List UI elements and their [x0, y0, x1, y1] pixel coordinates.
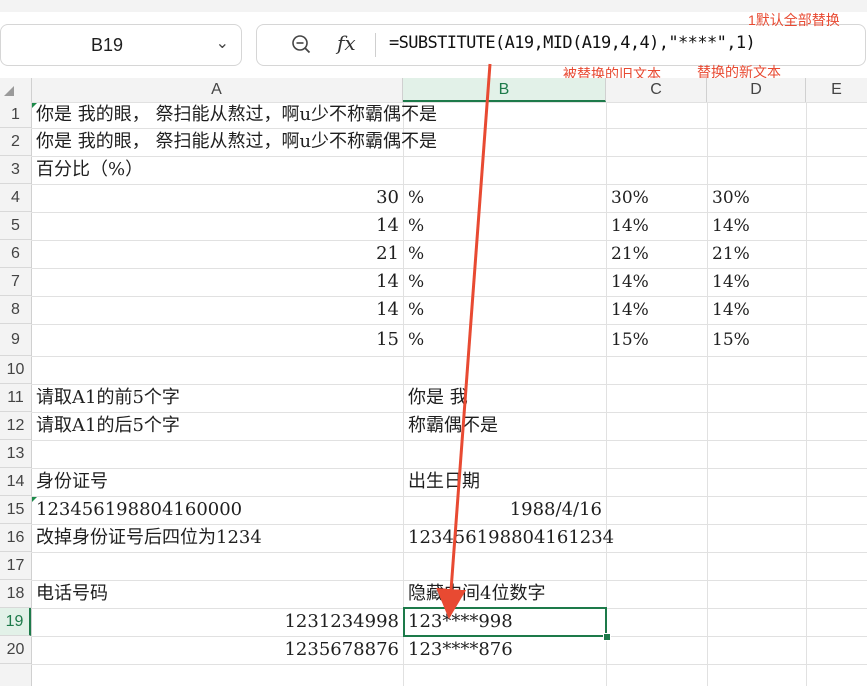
- cell-a2[interactable]: 你是 我的眼， 祭扫能从熬过，啊u少不称霸偶不是: [36, 128, 437, 156]
- annotation-default-replace-all: 1默认全部替换: [748, 12, 840, 28]
- name-box[interactable]: B19 ⌄: [0, 24, 242, 66]
- formula-text[interactable]: =SUBSTITUTE(A19,MID(A19,4,4),"****",1): [389, 33, 756, 53]
- cell-b6[interactable]: %: [408, 240, 424, 268]
- row-header-4[interactable]: 4: [0, 184, 31, 212]
- column-header-e[interactable]: E: [806, 78, 867, 102]
- zoom-out-icon[interactable]: [291, 34, 311, 54]
- cell-a12[interactable]: 请取A1的后5个字: [36, 412, 180, 440]
- grid-row-line: [31, 664, 867, 665]
- column-header-d[interactable]: D: [707, 78, 806, 102]
- row-header-15[interactable]: 15: [0, 496, 31, 524]
- cell-b18[interactable]: 隐藏中间4位数字: [408, 580, 545, 608]
- grid-column-line: [403, 102, 404, 686]
- cell-d4[interactable]: 30%: [712, 184, 750, 212]
- row-header-18[interactable]: 18: [0, 580, 31, 608]
- row-header-9[interactable]: 9: [0, 324, 31, 356]
- name-box-value: B19: [91, 35, 124, 55]
- function-icon[interactable]: fx: [337, 31, 356, 55]
- cell-a20[interactable]: 1235678876: [31, 636, 399, 664]
- row-header-7[interactable]: 7: [0, 268, 31, 296]
- cell-c6[interactable]: 21%: [611, 240, 649, 268]
- cell-b14[interactable]: 出生日期: [408, 468, 480, 496]
- cell-b16[interactable]: 123456198804161234: [408, 524, 614, 552]
- cell-indicator-icon: [32, 497, 37, 502]
- row-header-8[interactable]: 8: [0, 296, 31, 324]
- cell-a1[interactable]: 你是 我的眼， 祭扫能从熬过，啊u少不称霸偶不是: [36, 102, 437, 128]
- cell-b20[interactable]: 123****876: [408, 636, 513, 664]
- fill-handle[interactable]: [603, 633, 611, 641]
- formula-bar[interactable]: fx =SUBSTITUTE(A19,MID(A19,4,4),"****",1…: [256, 24, 866, 66]
- grid-column-line: [806, 102, 807, 686]
- cell-a16[interactable]: 改掉身份证号后四位为1234: [36, 524, 262, 552]
- cell-d6[interactable]: 21%: [712, 240, 750, 268]
- row-header-3[interactable]: 3: [0, 156, 31, 184]
- formula-separator: [375, 33, 376, 57]
- row-header-17[interactable]: 17: [0, 552, 31, 580]
- row-header-12[interactable]: 12: [0, 412, 31, 440]
- row-header-20[interactable]: 20: [0, 636, 31, 664]
- cell-a8[interactable]: 14: [31, 296, 399, 324]
- row-header-10[interactable]: 10: [0, 356, 31, 384]
- cell-b15[interactable]: 1988/4/16: [403, 496, 602, 524]
- chevron-down-icon[interactable]: ⌄: [216, 33, 229, 53]
- cell-a15[interactable]: 123456198804160000: [36, 496, 242, 524]
- cell-b11[interactable]: 你是 我: [408, 384, 468, 412]
- cell-a18[interactable]: 电话号码: [36, 580, 108, 608]
- row-header-16[interactable]: 16: [0, 524, 31, 552]
- cell-d7[interactable]: 14%: [712, 268, 750, 296]
- grid-row-line: [31, 156, 867, 157]
- cell-c5[interactable]: 14%: [611, 212, 649, 240]
- column-header-b[interactable]: B: [403, 78, 606, 102]
- column-header-a[interactable]: A: [31, 78, 403, 102]
- cell-c7[interactable]: 14%: [611, 268, 649, 296]
- grid-row-line: [31, 552, 867, 553]
- cell-a5[interactable]: 14: [31, 212, 399, 240]
- cell-d5[interactable]: 14%: [712, 212, 750, 240]
- cell-b8[interactable]: %: [408, 296, 424, 324]
- selected-cell-outline: [403, 607, 607, 637]
- row-header-1[interactable]: 1: [0, 102, 31, 128]
- row-header-5[interactable]: 5: [0, 212, 31, 240]
- cell-c4[interactable]: 30%: [611, 184, 649, 212]
- cell-b7[interactable]: %: [408, 268, 424, 296]
- spreadsheet-grid[interactable]: 你是 我的眼， 祭扫能从熬过，啊u少不称霸偶不是 你是 我的眼， 祭扫能从熬过，啊…: [31, 102, 867, 686]
- cell-b5[interactable]: %: [408, 212, 424, 240]
- cell-c9[interactable]: 15%: [611, 324, 649, 356]
- column-headers: A B C D E: [0, 78, 867, 103]
- grid-row-line: [31, 440, 867, 441]
- cell-a9[interactable]: 15: [31, 324, 399, 356]
- grid-column-line: [606, 102, 607, 686]
- cell-a6[interactable]: 21: [31, 240, 399, 268]
- cell-a4[interactable]: 30: [31, 184, 399, 212]
- cell-a14[interactable]: 身份证号: [36, 468, 108, 496]
- cell-indicator-icon: [32, 103, 37, 108]
- cell-a7[interactable]: 14: [31, 268, 399, 296]
- row-headers: 1 2 3 4 5 6 7 8 9 10 11 12 13 14 15 16 17 18 19 20: [0, 102, 32, 686]
- cell-a11[interactable]: 请取A1的前5个字: [36, 384, 180, 412]
- grid-column-line: [707, 102, 708, 686]
- select-all-icon: [4, 86, 14, 96]
- cell-a3[interactable]: 百分比（%）: [36, 156, 143, 184]
- cell-a19[interactable]: 1231234998: [31, 608, 399, 636]
- cell-b9[interactable]: %: [408, 324, 424, 356]
- row-header-19[interactable]: 19: [0, 608, 31, 636]
- cell-c8[interactable]: 14%: [611, 296, 649, 324]
- row-header-14[interactable]: 14: [0, 468, 31, 496]
- row-header-11[interactable]: 11: [0, 384, 31, 412]
- column-header-c[interactable]: C: [606, 78, 707, 102]
- row-header-2[interactable]: 2: [0, 128, 31, 156]
- row-header-6[interactable]: 6: [0, 240, 31, 268]
- cell-b4[interactable]: %: [408, 184, 424, 212]
- grid-row-line: [31, 356, 867, 357]
- cell-b12[interactable]: 称霸偶不是: [408, 412, 498, 440]
- select-all-corner[interactable]: [0, 78, 32, 102]
- row-header-13[interactable]: 13: [0, 440, 31, 468]
- cell-d8[interactable]: 14%: [712, 296, 750, 324]
- cell-d9[interactable]: 15%: [712, 324, 750, 356]
